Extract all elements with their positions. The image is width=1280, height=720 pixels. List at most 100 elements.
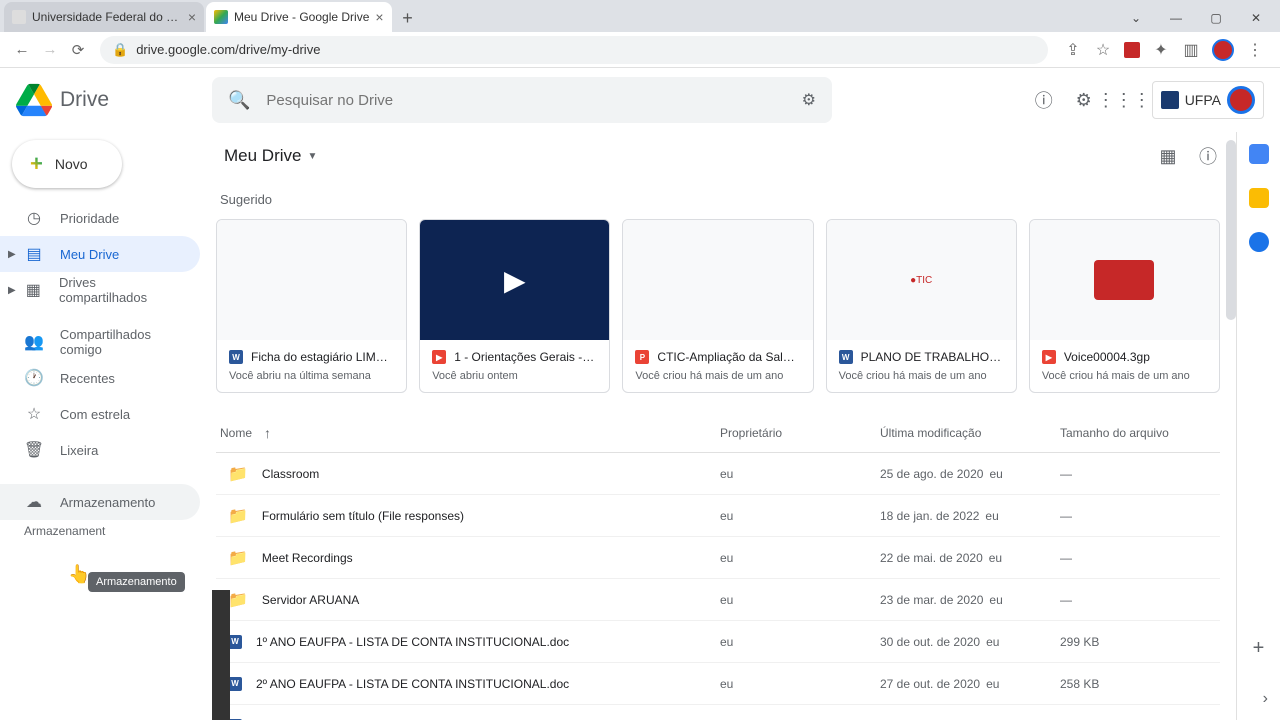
search-box[interactable]: 🔍 ⚙ [212,77,832,123]
sidebar-label: Prioridade [60,211,119,226]
table-row[interactable]: 📁Servidor ARUANA eu 23 de mar. de 2020 e… [216,579,1220,621]
file-owner: eu [720,509,880,523]
sidebar-item-storage[interactable]: ☁ Armazenamento [0,484,200,520]
search-input[interactable] [266,92,801,109]
keep-icon[interactable] [1249,188,1269,208]
table-row[interactable]: 📁Formulário sem título (File responses) … [216,495,1220,537]
suggested-card[interactable]: ●TIC W PLANO DE TRABALHO PAR... Você cri… [826,219,1017,393]
sidepanel-icon[interactable]: ▥ [1182,41,1200,59]
table-row[interactable]: W1º ANO EAUFPA - LISTA DE CONTA INSTITUC… [216,621,1220,663]
sidebar-item-trash[interactable]: 🗑 Lixeira [0,432,200,468]
people-icon: 👥 [24,332,44,352]
modified-by: eu [989,593,1002,607]
chevron-down-icon[interactable]: ⌄ [1116,4,1156,32]
minimize-button[interactable]: — [1156,4,1196,32]
table-header: Nome ↑ Proprietário Última modificação T… [216,413,1220,453]
share-icon[interactable]: ⇪ [1064,41,1082,59]
suggested-card[interactable]: P CTIC-Ampliação da Sala de... Você crio… [622,219,813,393]
sidebar-item-shared-with-me[interactable]: 👥 Compartilhados comigo [0,324,200,360]
column-modified[interactable]: Última modificação [880,426,1060,440]
new-button[interactable]: + Novo [12,140,122,188]
tune-icon[interactable]: ⚙ [802,90,816,110]
info-icon[interactable]: ⓘ [1196,144,1220,168]
ufpa-logo-icon [1161,91,1179,109]
modified-by: eu [989,551,1002,565]
sidebar-item-shared-drives[interactable]: ▶ ▦ Drives compartilhados [0,272,200,308]
folder-icon: 📁 [228,464,248,484]
suggested-card[interactable]: ▶ Voice00004.3gp Você criou há mais de u… [1029,219,1220,393]
grid-view-icon[interactable]: ▦ [1156,144,1180,168]
calendar-icon[interactable] [1249,144,1269,164]
favicon-icon [214,10,228,24]
apps-icon[interactable]: ⋮⋮⋮ [1112,88,1136,112]
extensions-icon[interactable]: ✦ [1152,41,1170,59]
drive-logo[interactable]: Drive [16,82,212,118]
tasks-icon[interactable] [1249,232,1269,252]
back-button[interactable]: ← [8,36,36,64]
chevron-down-icon: ▼ [307,151,317,162]
column-name[interactable]: Nome ↑ [216,425,720,441]
account-avatar[interactable] [1227,86,1255,114]
forward-button[interactable]: → [36,36,64,64]
menu-icon[interactable]: ⋮ [1246,41,1264,59]
close-window-button[interactable]: ✕ [1236,4,1276,32]
file-size: — [1060,593,1220,607]
collapse-rail-icon[interactable]: › [1263,690,1268,708]
cursor-icon: 👆 [68,564,90,585]
new-tab-button[interactable]: + [394,4,422,32]
file-modified: 27 de out. de 2020 [880,677,980,691]
expand-arrow-icon[interactable]: ▶ [8,249,24,260]
profile-avatar[interactable] [1212,39,1234,61]
help-icon[interactable]: ⓘ [1032,88,1056,112]
word-icon: W [228,677,242,691]
sidebar-item-my-drive[interactable]: ▶ ▤ Meu Drive [0,236,200,272]
sidebar-item-recent[interactable]: 🕐 Recentes [0,360,200,396]
sidebar-item-priority[interactable]: ◷ Prioridade [0,200,200,236]
file-owner: eu [720,635,880,649]
maximize-button[interactable]: ▢ [1196,4,1236,32]
browser-tab-ufpa[interactable]: Universidade Federal do Pará × [4,2,204,32]
table-row[interactable]: 📁Meet Recordings eu 22 de mai. de 2020 e… [216,537,1220,579]
org-badge[interactable]: UFPA [1152,81,1264,119]
card-thumbnail [1030,220,1219,340]
table-row[interactable]: W2º ANO EAUFPA - LISTA DE CONTA INSTITUC… [216,663,1220,705]
sidebar-label: Armazenamento [60,495,155,510]
breadcrumb[interactable]: Meu Drive ▼ [216,142,325,170]
file-name: Servidor ARUANA [262,593,359,607]
settings-icon[interactable]: ⚙ [1072,88,1096,112]
column-size[interactable]: Tamanho do arquivo [1060,426,1220,440]
card-subtitle: Você abriu ontem [432,370,597,382]
file-modified: 22 de mai. de 2020 [880,551,983,565]
table-row[interactable]: 📁Classroom eu 25 de ago. de 2020 eu — [216,453,1220,495]
extension-shield-icon[interactable] [1124,42,1140,58]
suggested-card[interactable]: ▶ ▶ 1 - Orientações Gerais - PD... Você … [419,219,610,393]
browser-tab-drive[interactable]: Meu Drive - Google Drive × [206,2,392,32]
folder-icon: 📁 [228,548,248,568]
drive-logo-icon [16,82,52,118]
sidebar-label: Compartilhados comigo [60,327,184,357]
card-subtitle: Você criou há mais de um ano [839,370,1004,382]
card-thumbnail: ●TIC [827,220,1016,340]
sidebar-item-starred[interactable]: ☆ Com estrela [0,396,200,432]
breadcrumb-label: Meu Drive [224,146,301,166]
file-modified: 23 de mar. de 2020 [880,593,983,607]
word-icon: W [228,635,242,649]
url-input[interactable]: 🔒 drive.google.com/drive/my-drive [100,36,1048,64]
url-text: drive.google.com/drive/my-drive [136,42,320,57]
scrollbar[interactable] [1226,140,1236,320]
pdf-icon: P [635,350,649,364]
add-addon-icon[interactable]: + [1253,637,1265,660]
trash-icon: 🗑 [24,440,44,460]
reload-button[interactable]: ⟳ [64,36,92,64]
close-icon[interactable]: × [375,9,383,25]
window-controls: ⌄ — ▢ ✕ [1116,4,1276,32]
expand-arrow-icon[interactable]: ▶ [8,285,24,296]
star-icon[interactable]: ☆ [1094,41,1112,59]
table-row[interactable]: W3º ANO EAUFPA - LISTA CONTA INSTITUCION… [216,705,1220,720]
column-owner[interactable]: Proprietário [720,426,880,440]
suggested-card[interactable]: W Ficha do estagiário LIMPA... Você abri… [216,219,407,393]
shared-drives-icon: ▦ [24,280,43,300]
plus-icon: + [30,151,43,177]
lock-icon: 🔒 [112,42,128,58]
close-icon[interactable]: × [188,9,196,25]
